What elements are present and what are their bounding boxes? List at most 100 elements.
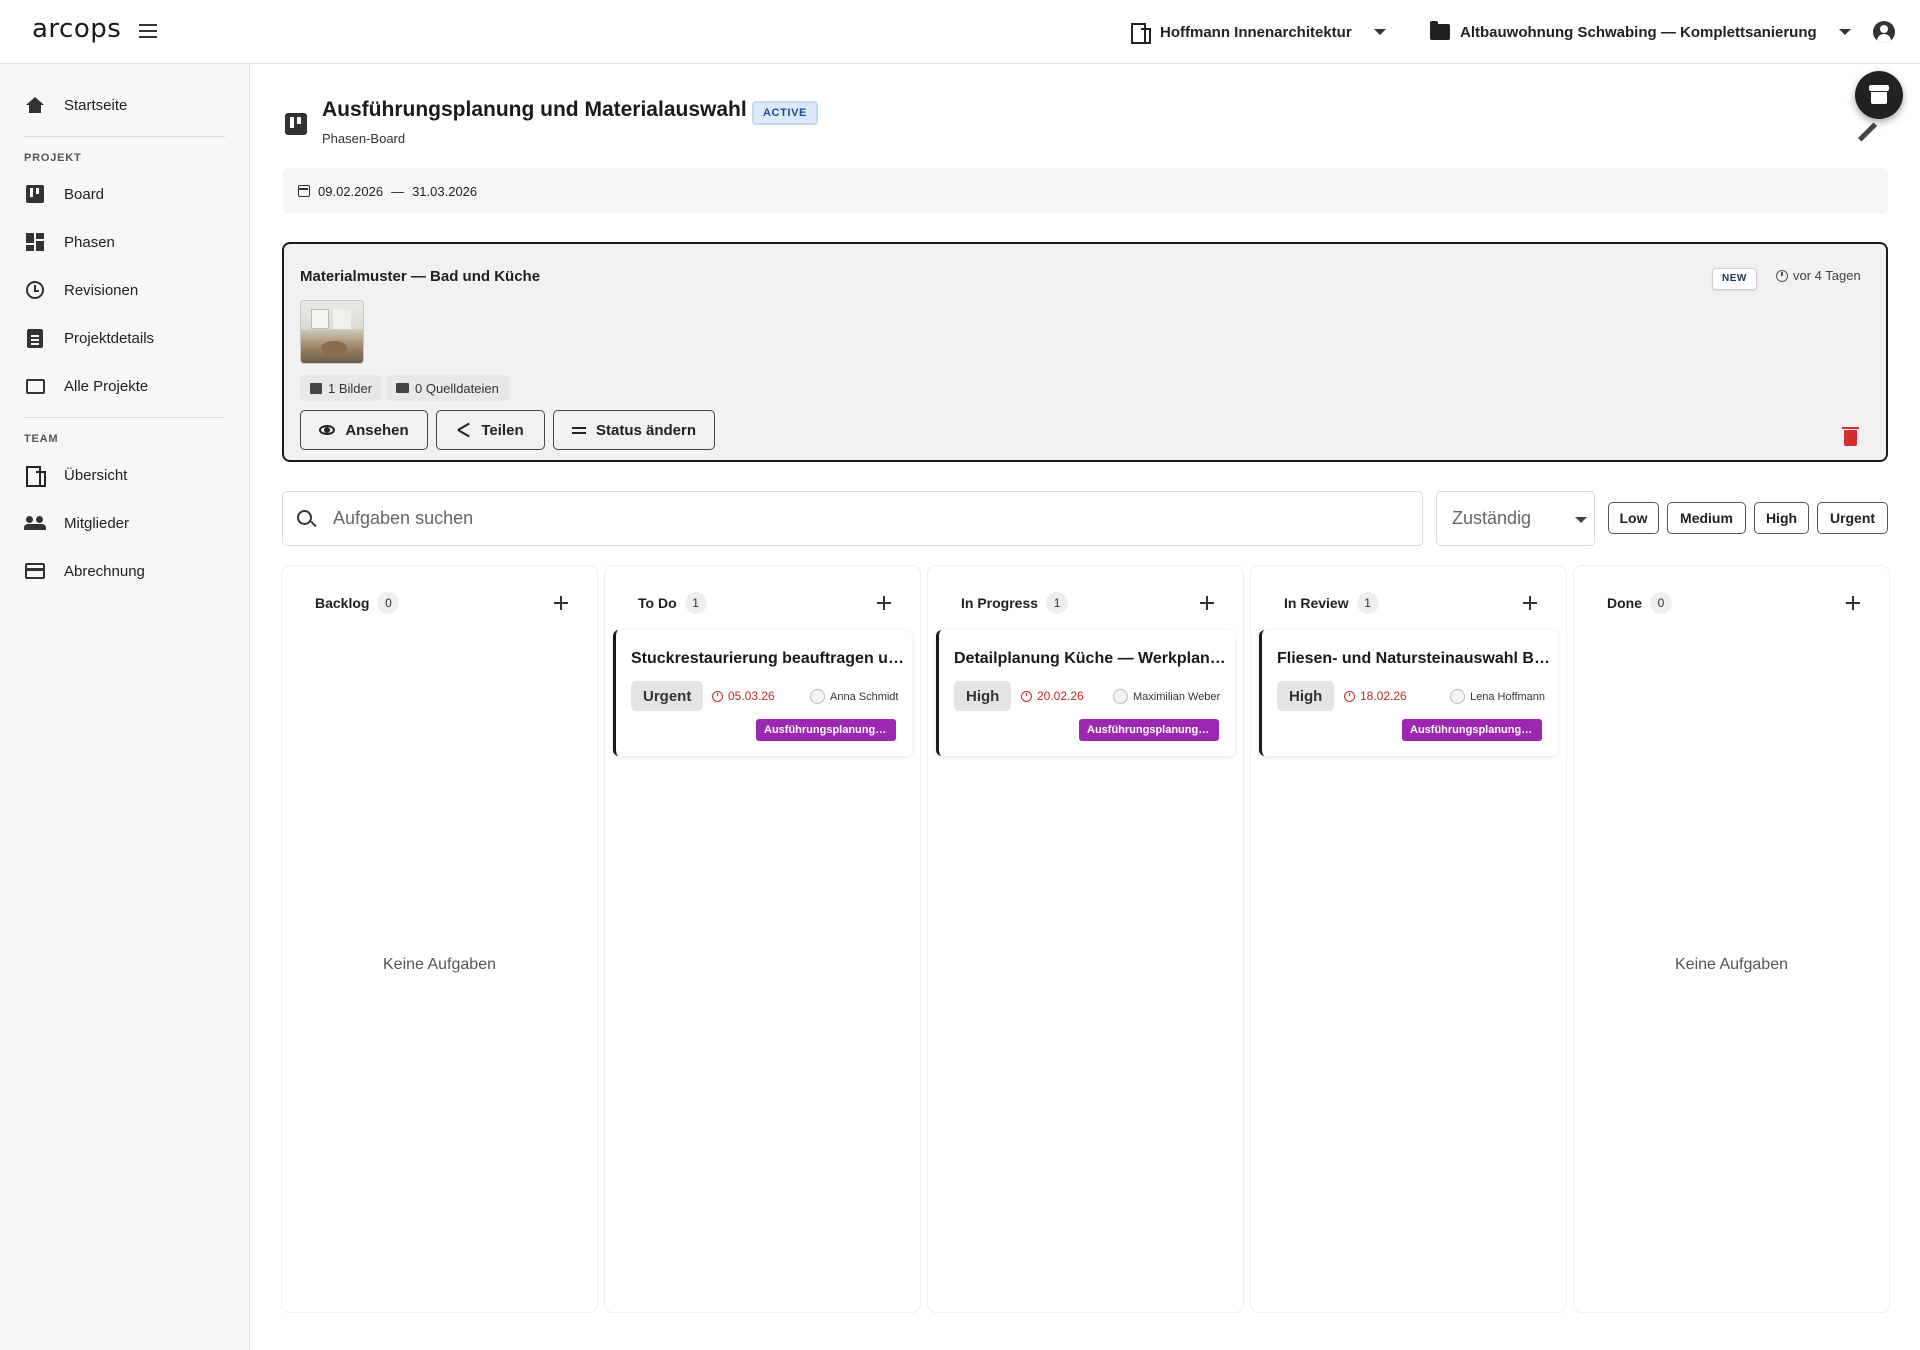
column-count: 0 — [1650, 592, 1672, 614]
clipboard-icon — [27, 328, 43, 348]
page-title: Ausführungsplanung und Materialauswahl — [322, 98, 747, 121]
due-date-label: 20.02.26 — [1037, 689, 1084, 703]
column-header: Backlog 0 — [315, 592, 400, 614]
due-date-label: 18.02.26 — [1360, 689, 1407, 703]
add-task-icon[interactable] — [554, 596, 568, 610]
featured-upload-card: Materialmuster — Bad und Küche NEW vor 4… — [282, 242, 1888, 462]
column-header: In Review 1 — [1284, 592, 1379, 614]
column-title: To Do — [638, 595, 677, 611]
share-label: Teilen — [481, 421, 524, 439]
sidebar-item-phases[interactable]: Phasen — [24, 226, 224, 258]
chevron-down-icon — [1373, 29, 1386, 35]
board-icon — [285, 113, 307, 135]
status-badge: ACTIVE — [752, 101, 818, 125]
task-assignee: Lena Hoffmann — [1450, 689, 1545, 704]
add-task-icon[interactable] — [1523, 596, 1537, 610]
sidebar-item-home[interactable]: Startseite — [24, 89, 224, 121]
board-column-in-review: In Review 1 Fliesen- und Natursteinauswa… — [1251, 566, 1566, 1312]
menu-icon[interactable] — [136, 20, 160, 44]
date-separator: — — [391, 183, 405, 199]
assignee-select[interactable]: Zuständig — [1436, 491, 1595, 546]
due-date-label: 05.03.26 — [728, 689, 775, 703]
avatar — [1450, 689, 1465, 704]
add-task-icon[interactable] — [1200, 596, 1214, 610]
image-thumbnail[interactable] — [300, 300, 364, 364]
sidebar-item-all-projects[interactable]: Alle Projekte — [24, 370, 224, 402]
priority-filter-high[interactable]: High — [1754, 502, 1809, 534]
priority-chip: High — [1277, 681, 1335, 711]
upload-title: Materialmuster — Bad und Küche — [300, 268, 541, 285]
assignee-name: Maximilian Weber — [1133, 690, 1221, 703]
task-card[interactable]: Stuckrestaurierung beauftragen und Termi… — [613, 630, 912, 756]
delete-icon[interactable] — [1842, 427, 1859, 446]
task-assignee: Maximilian Weber — [1113, 689, 1220, 704]
avatar — [810, 689, 825, 704]
source-count: 0 Quelldateien — [415, 380, 499, 396]
change-status-label: Status ändern — [595, 421, 697, 439]
edit-icon[interactable] — [1856, 122, 1878, 144]
column-count: 0 — [377, 592, 400, 614]
date-range: 09.02.2026 — 31.03.2026 — [282, 168, 1888, 214]
sidebar-item-label: Mitglieder — [64, 514, 130, 532]
new-badge: NEW — [1712, 268, 1757, 290]
calendar-icon — [298, 185, 310, 197]
sidebar-item-members[interactable]: Mitglieder — [24, 507, 224, 539]
priority-filter-medium[interactable]: Medium — [1667, 502, 1746, 534]
section-label-project: PROJEKT — [24, 152, 82, 164]
board-column-done: Done 0 Keine Aufgaben — [1574, 566, 1889, 1312]
sidebar-item-label: Alle Projekte — [64, 377, 149, 395]
search-input[interactable]: Aufgaben suchen — [282, 491, 1423, 546]
page-subtitle: Phasen-Board — [322, 131, 406, 146]
board-column-todo: To Do 1 Stuckrestaurierung beauftragen u… — [605, 566, 920, 1312]
section-label-team: TEAM — [24, 433, 59, 445]
home-icon — [26, 97, 44, 113]
phase-tag: Ausführungsplanung und Materialauswahl — [1402, 719, 1542, 741]
clock-icon — [1344, 690, 1355, 702]
archive-button[interactable] — [1855, 71, 1903, 119]
account-icon[interactable] — [1873, 21, 1895, 43]
column-header: Done 0 — [1607, 592, 1672, 614]
avatar — [1113, 689, 1128, 704]
column-title: Done — [1607, 595, 1642, 611]
priority-filter-urgent[interactable]: Urgent — [1817, 502, 1888, 534]
clock-icon — [1021, 690, 1032, 702]
add-task-icon[interactable] — [1846, 596, 1860, 610]
task-title: Stuckrestaurierung beauftragen und Termi… — [631, 650, 906, 667]
task-card[interactable]: Detailplanung Küche — Werkplanung Einbau… — [936, 630, 1235, 756]
board-column-backlog: Backlog 0 Keine Aufgaben — [282, 566, 597, 1312]
sidebar-item-billing[interactable]: Abrechnung — [24, 555, 224, 587]
share-button[interactable]: Teilen — [436, 410, 545, 450]
column-title: In Review — [1284, 595, 1349, 611]
sidebar-item-board[interactable]: Board — [24, 178, 224, 210]
column-title: Backlog — [315, 595, 370, 611]
credit-card-icon — [25, 563, 45, 579]
task-card[interactable]: Fliesen- und Natursteinauswahl Bad High … — [1259, 630, 1558, 756]
task-title: Fliesen- und Natursteinauswahl Bad — [1277, 650, 1552, 667]
clock-icon — [712, 690, 723, 702]
sidebar-item-overview[interactable]: Übersicht — [24, 459, 224, 491]
phase-tag: Ausführungsplanung und Materialauswahl — [1079, 719, 1219, 741]
sidebar-item-revisions[interactable]: Revisionen — [24, 274, 224, 306]
add-task-icon[interactable] — [877, 596, 891, 610]
view-label: Ansehen — [345, 421, 409, 439]
organization-name: Hoffmann Innenarchitektur — [1160, 23, 1352, 41]
sidebar-item-label: Übersicht — [64, 466, 128, 484]
project-name: Altbauwohnung Schwabing — Komplettsanier… — [1460, 23, 1817, 41]
view-button[interactable]: Ansehen — [300, 410, 428, 450]
people-icon — [24, 516, 46, 530]
organization-selector[interactable]: Hoffmann Innenarchitektur — [1130, 18, 1386, 46]
main-content: Ausführungsplanung und Materialauswahl A… — [250, 64, 1920, 1350]
chevron-down-icon — [1575, 517, 1587, 523]
board-column-in-progress: In Progress 1 Detailplanung Küche — Werk… — [928, 566, 1243, 1312]
priority-chip: High — [954, 681, 1012, 711]
project-selector[interactable]: Altbauwohnung Schwabing — Komplettsanier… — [1430, 18, 1851, 46]
app-logo[interactable]: arcops — [32, 14, 121, 44]
change-status-button[interactable]: Status ändern — [553, 410, 715, 450]
priority-filter-low[interactable]: Low — [1608, 502, 1659, 534]
folder-icon — [396, 383, 409, 393]
task-title: Detailplanung Küche — Werkplanung Einbau… — [954, 650, 1229, 667]
assignee-placeholder: Zuständig — [1452, 508, 1532, 528]
sidebar-item-project-details[interactable]: Projektdetails — [24, 322, 224, 354]
column-title: In Progress — [961, 595, 1039, 611]
chevron-down-icon — [1838, 29, 1851, 35]
